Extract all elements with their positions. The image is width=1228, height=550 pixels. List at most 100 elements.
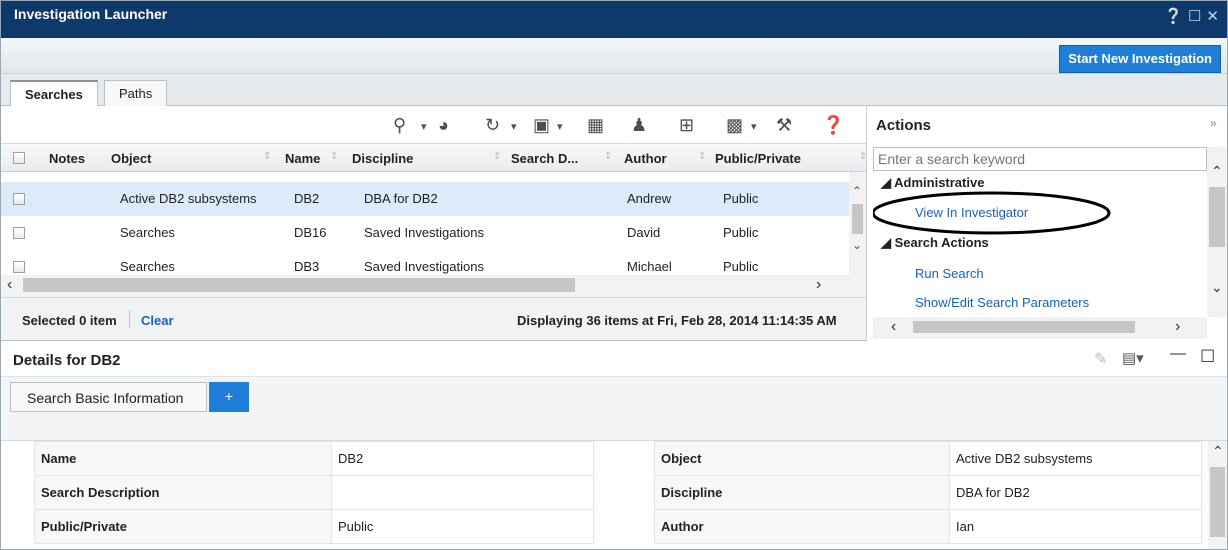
save-icon[interactable]: ▣ [533,115,550,136]
tab-paths[interactable]: Paths [104,80,168,107]
detail-row: Object Active DB2 subsystems [654,441,1202,476]
window-title: Investigation Launcher [14,6,168,22]
clear-link[interactable]: Clear [141,313,174,328]
dropdown-arrow-icon[interactable]: ▾ [751,120,757,133]
details-table-left: Name DB2 Search Description Public/Privat… [34,441,594,544]
maximize-icon[interactable]: ☐ [1200,347,1215,367]
cell-discipline: DBA for DB2 [364,191,438,206]
actions-search-input[interactable] [873,147,1207,171]
actions-horizontal-scrollbar[interactable]: ‹ › [873,317,1207,339]
scroll-left-icon[interactable]: ‹ [891,318,896,336]
row-checkbox[interactable] [13,227,25,239]
row-checkbox[interactable] [13,261,25,273]
cell-author: Andrew [627,191,672,206]
column-name[interactable]: Name [285,151,320,166]
cell-discipline: Saved Investigations [364,225,484,240]
column-search-description[interactable]: Search D... [511,151,578,166]
globe-icon[interactable]: ◕ [438,115,449,136]
window-controls: ❔ ☐ ✕ [1164,7,1219,25]
tab-searches[interactable]: Searches [10,80,98,107]
sort-icon[interactable]: ⇕ [263,151,271,162]
column-author[interactable]: Author [624,151,667,166]
cell-name: DB2 [294,191,320,206]
column-public-private[interactable]: Public/Private [715,151,801,166]
scroll-down-icon[interactable]: ⌄ [852,238,862,252]
sort-icon[interactable]: ⇕ [330,151,338,162]
start-new-investigation-button[interactable]: Start New Investigation [1059,45,1221,73]
scrollbar-thumb[interactable] [1210,467,1225,537]
column-notes[interactable]: Notes [49,151,85,166]
add-icon[interactable]: ⊞ [679,115,694,136]
scrollbar-thumb[interactable] [1209,187,1225,247]
help-icon[interactable]: ❔ [1164,7,1183,25]
detail-value: DBA for DB2 [949,475,1202,510]
sort-icon[interactable]: ⇕ [698,151,706,162]
table-row[interactable]: Searches DB3 Saved Investigations Michae… [1,250,849,275]
dropdown-arrow-icon[interactable]: ▾ [557,120,563,133]
table-row[interactable]: Active DB2 subsystems DB2 DBA for DB2 An… [1,182,849,216]
scroll-up-icon[interactable]: ⌃ [1212,443,1224,460]
detail-value: Public [331,509,594,544]
investigation-launcher-window: Investigation Launcher ❔ ☐ ✕ Start New I… [0,0,1228,550]
title-bar: Investigation Launcher ❔ ☐ ✕ [1,1,1227,38]
collapse-panel-icon[interactable]: » [1210,116,1217,130]
scrollbar-thumb[interactable] [23,278,575,292]
cell-object: Searches [120,259,175,274]
detail-row: Search Description [34,475,594,510]
scrollbar-thumb[interactable] [913,321,1135,333]
search-icon[interactable]: ⚲ [393,115,406,136]
dropdown-arrow-icon[interactable]: ▾ [421,120,427,133]
help-icon[interactable]: ❓ [822,115,844,136]
scrollbar-thumb[interactable] [852,204,863,234]
cell-author: David [627,225,661,240]
cell-discipline: Saved Investigations [364,259,484,274]
layout-icon[interactable]: ▤▾ [1122,349,1144,367]
display-count-text: Displaying 36 items at Fri, Feb 28, 2014… [517,313,837,328]
row-checkbox[interactable] [13,193,25,205]
refresh-icon[interactable]: ↻ [485,115,500,136]
sort-icon[interactable]: ⇕ [493,151,501,162]
user-icon[interactable]: ♟ [631,115,647,136]
pencil-icon[interactable]: ✎ [1094,349,1107,369]
details-vertical-scrollbar[interactable]: ⌃ [1208,441,1227,549]
details-header: Details for DB2 ✎ ▤▾ — ☐ [1,341,1227,377]
minimize-icon[interactable]: — [1170,345,1186,363]
grid-vertical-scrollbar[interactable]: ⌃ ⌄ [849,172,866,275]
detail-value [331,475,594,510]
details-table-right: Object Active DB2 subsystems Discipline DB… [654,441,1202,544]
maximize-icon[interactable]: ☐ [1188,7,1201,25]
actions-tree: ◢ Administrative View In Investigator ◢ … [873,173,1207,313]
column-object[interactable]: Object [111,151,151,166]
tab-search-basic-information[interactable]: Search Basic Information [10,382,207,412]
table-row[interactable]: Searches DB16 Saved Investigations David… [1,216,849,250]
scroll-left-icon[interactable]: ‹ [7,276,12,294]
cell-object: Searches [120,225,175,240]
scroll-right-icon[interactable]: › [816,276,821,294]
grid-header: Notes Object ⇕ Name ⇕ Discipline ⇕ Searc… [1,144,867,172]
detail-key: Search Description [34,475,332,510]
actions-vertical-scrollbar[interactable]: ⌃ ⌄ [1207,147,1227,317]
add-tab-button[interactable]: + [209,382,249,412]
scroll-up-icon[interactable]: ⌃ [1211,163,1223,180]
close-icon[interactable]: ✕ [1206,7,1219,25]
cell-name: DB16 [294,225,327,240]
detail-key: Name [34,441,332,476]
filter-icon[interactable]: ▦ [587,115,604,136]
grid-horizontal-scrollbar[interactable]: ‹ › [1,275,866,297]
detail-value: DB2 [331,441,594,476]
column-discipline[interactable]: Discipline [352,151,413,166]
select-all-checkbox[interactable] [13,152,25,164]
scroll-down-icon[interactable]: ⌄ [1211,279,1223,296]
scroll-right-icon[interactable]: › [1175,318,1180,336]
scroll-up-icon[interactable]: ⌃ [852,184,862,198]
wrench-icon[interactable]: ⚒ [776,115,792,136]
dropdown-arrow-icon[interactable]: ▾ [511,120,517,133]
export-icon[interactable]: ▩ [726,115,743,136]
cell-object: Active DB2 subsystems [120,191,257,206]
sort-icon[interactable]: ⇕ [604,151,612,162]
details-tab-bar: Search Basic Information + [1,377,1227,441]
detail-value: Active DB2 subsystems [949,441,1202,476]
cell-author: Michael [627,259,672,274]
divider [129,310,130,328]
actions-title: Actions [876,117,932,134]
